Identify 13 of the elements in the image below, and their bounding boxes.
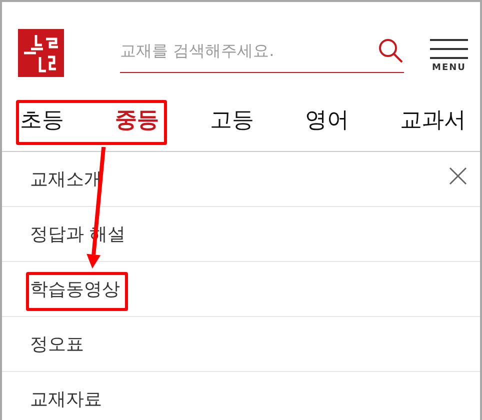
- menu-item[interactable]: 정오표: [30, 330, 84, 358]
- close-icon[interactable]: [448, 166, 468, 186]
- category-tab[interactable]: 영어: [305, 104, 349, 137]
- category-tab[interactable]: 중등: [115, 104, 159, 137]
- category-tab[interactable]: 초등: [20, 104, 64, 137]
- search-field[interactable]: 교재를 검색해주세요.: [120, 38, 360, 62]
- logo-icon[interactable]: [18, 29, 64, 77]
- menu-item[interactable]: 학습동영상: [30, 276, 120, 302]
- menu-button[interactable]: MENU: [430, 29, 468, 73]
- search-icon[interactable]: [378, 38, 404, 64]
- menu-item[interactable]: 교재자료: [30, 386, 102, 412]
- category-tab[interactable]: 교과서: [400, 104, 466, 137]
- category-tab[interactable]: 고등: [210, 104, 254, 137]
